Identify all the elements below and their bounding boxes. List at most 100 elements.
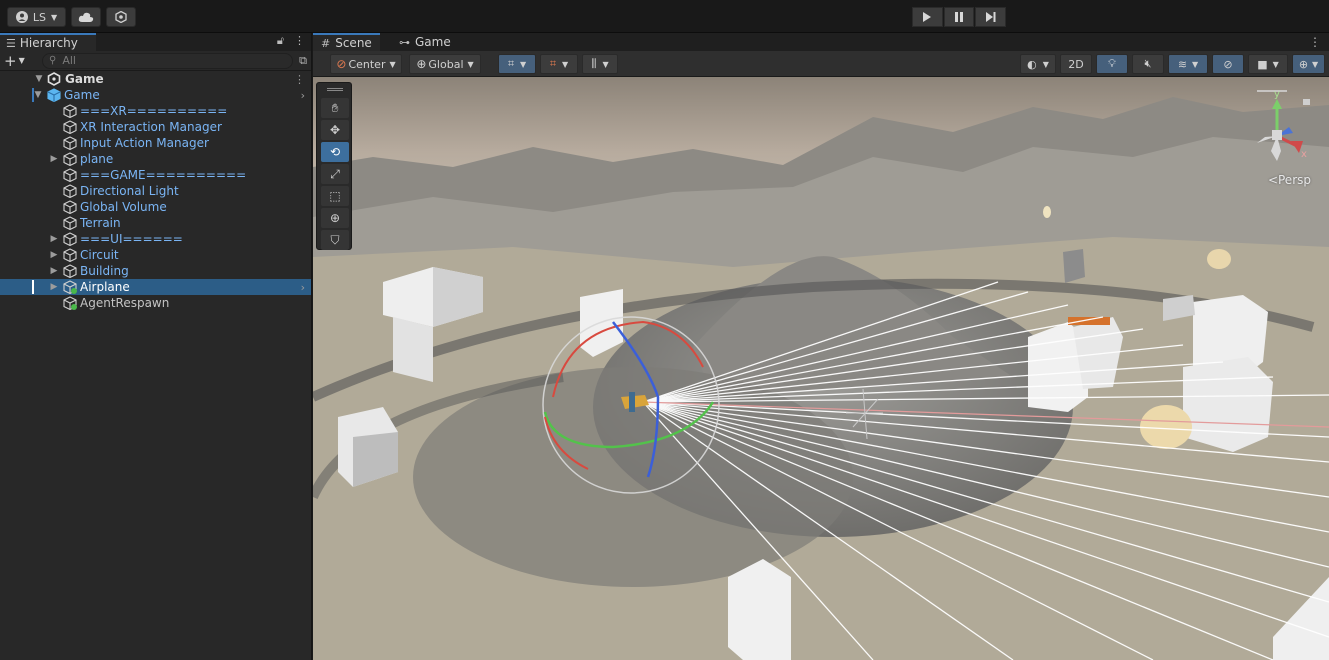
hierarchy-item-label: ===UI====== [80, 232, 183, 246]
chevron-down-icon: ▼ [602, 59, 609, 69]
cloud-icon [78, 12, 94, 22]
gizmos-dropdown[interactable]: ⊕ ▼ [1292, 54, 1325, 74]
hierarchy-item[interactable]: ===XR========== [0, 103, 311, 119]
scene-row[interactable]: ▼ Game ⋮ [0, 71, 311, 87]
hierarchy-tab-icons: 🔓︎ ⋮ [277, 34, 305, 48]
kebab-menu-icon[interactable]: ⋮ [294, 73, 305, 86]
chevron-down-icon: ▼ [50, 12, 58, 22]
gizmos-icon: ⊕ [1298, 57, 1309, 71]
building [728, 559, 791, 660]
pivot-rotation-dropdown[interactable]: ⊕ Global ▼ [409, 54, 481, 74]
expand-arrow-icon[interactable]: ▼ [34, 74, 44, 84]
hierarchy-item[interactable]: ▶ Building [0, 263, 311, 279]
hidden-objects-toggle[interactable]: ⊘ [1212, 54, 1244, 74]
tab-scene[interactable]: # Scene [313, 33, 380, 51]
account-button[interactable]: LS ▼ [7, 7, 66, 27]
hierarchy-item-label: Terrain [80, 216, 121, 230]
services-button[interactable] [106, 7, 136, 27]
kebab-menu-icon[interactable]: ⋮ [294, 34, 305, 48]
collapsed-arrow-icon[interactable]: ▶ [49, 154, 59, 164]
draw-mode-dropdown[interactable]: ◐ ▼ [1020, 54, 1056, 74]
mute-icon: 🔇︎ [1144, 57, 1152, 70]
hash-icon: # [321, 36, 331, 50]
lock-icon[interactable] [1303, 99, 1310, 105]
chevron-down-icon: ▼ [1272, 59, 1279, 69]
scene-visibility-icon[interactable]: ⧉ [299, 54, 307, 68]
collapsed-arrow-icon[interactable]: ▶ [49, 234, 59, 244]
gameobject-icon [63, 232, 77, 246]
collapsed-arrow-icon[interactable]: ▶ [49, 266, 59, 276]
hierarchy-item[interactable]: Global Volume [0, 199, 311, 215]
list-icon: ☰ [6, 36, 16, 50]
hierarchy-item[interactable]: Terrain [0, 215, 311, 231]
custom-tool-button[interactable]: ⛉ [321, 230, 349, 250]
hierarchy-item[interactable]: Input Action Manager [0, 135, 311, 151]
scene-tabbar: # Scene ⊶ Game ⋮ [313, 33, 1329, 51]
drag-handle-icon[interactable] [327, 88, 343, 91]
transform-tool-button[interactable]: ⊕ [321, 208, 349, 228]
chevron-down-icon: ▼ [389, 59, 396, 69]
move-icon: ✥ [329, 123, 341, 137]
hierarchy-item[interactable]: XR Interaction Manager [0, 119, 311, 135]
incremental-snap-button[interactable]: ⌗ ▼ [540, 54, 578, 74]
hierarchy-item[interactable]: Directional Light [0, 183, 311, 199]
lighting-toggle[interactable]: 💡︎ [1096, 54, 1128, 74]
expand-arrow-icon[interactable]: ▼ [33, 90, 43, 100]
hierarchy-item[interactable]: ▶ Airplane › [0, 279, 311, 295]
play-button[interactable] [912, 7, 943, 27]
hierarchy-item-label: Game [64, 88, 100, 102]
cloud-button[interactable] [71, 7, 101, 27]
chevron-down-icon: ▼ [18, 56, 25, 65]
camera-dropdown[interactable]: ■ ▼ [1248, 54, 1288, 74]
chevron-down-icon: ▼ [467, 59, 474, 69]
audio-toggle[interactable]: 🔇︎ [1132, 54, 1164, 74]
scene-panel: # Scene ⊶ Game ⋮ ⊘ Center ▼ ⊕ Global ▼ ⌗… [313, 33, 1329, 660]
hierarchy-item-label: Input Action Manager [80, 136, 209, 150]
hierarchy-item-label: Directional Light [80, 184, 179, 198]
scale-tool-button[interactable]: ⤢ [321, 164, 349, 184]
collapsed-arrow-icon[interactable]: ▶ [49, 282, 59, 292]
account-label: LS [32, 10, 46, 24]
scale-icon: ⤢ [330, 166, 340, 181]
chevron-right-icon[interactable]: › [301, 89, 305, 102]
scene-viewport[interactable]: ✋︎ ✥ ⟲ ⤢ ⬚ ⊕ ⛉ y x <Persp [313, 77, 1329, 660]
search-input[interactable]: ⚲ All [42, 52, 294, 69]
ruler-icon: ⫼ [591, 57, 597, 70]
gameobject-icon [63, 104, 77, 118]
tab-hierarchy[interactable]: ☰ Hierarchy [0, 33, 96, 51]
hierarchy-item[interactable]: ▶ Circuit [0, 247, 311, 263]
gameobject-icon [63, 168, 77, 182]
effects-dropdown[interactable]: ≋ ▼ [1168, 54, 1208, 74]
collapsed-arrow-icon[interactable]: ▶ [49, 250, 59, 260]
pause-button[interactable] [943, 7, 975, 27]
snap-icon: ⌗ [549, 57, 557, 70]
pivot-mode-dropdown[interactable]: ⊘ Center ▼ [330, 54, 402, 74]
scene-toolbar: ⊘ Center ▼ ⊕ Global ▼ ⌗ ▼ ⌗ ▼ ⫼ ▼ ◐ ▼ 2D 💡︎ … [313, 51, 1329, 77]
hand-tool-button[interactable]: ✋︎ [321, 98, 349, 118]
rect-tool-button[interactable]: ⬚ [321, 186, 349, 206]
hierarchy-item[interactable]: ▼ Game › [0, 87, 311, 103]
hierarchy-item[interactable]: ▶ plane [0, 151, 311, 167]
eye-hidden-icon: ⊘ [1223, 57, 1233, 71]
kebab-menu-icon[interactable]: ⋮ [1309, 35, 1321, 49]
chevron-right-icon[interactable]: › [301, 281, 305, 294]
gear-icon [115, 11, 127, 23]
tab-game[interactable]: ⊶ Game [391, 33, 459, 51]
lock-icon[interactable]: 🔓︎ [277, 34, 284, 48]
rotate-tool-button[interactable]: ⟲ [321, 142, 349, 162]
hierarchy-item[interactable]: ===GAME========== [0, 167, 311, 183]
scene-render [313, 77, 1329, 660]
grid-snap-button[interactable]: ⌗ ▼ [498, 54, 536, 74]
hierarchy-item[interactable]: ▶ ===UI====== [0, 231, 311, 247]
ruler-button[interactable]: ⫼ ▼ [582, 54, 618, 74]
move-tool-button[interactable]: ✥ [321, 120, 349, 140]
hierarchy-item[interactable]: AgentRespawn [0, 295, 311, 311]
projection-label[interactable]: <Persp [1268, 173, 1311, 187]
add-object-button[interactable]: + ▼ [4, 52, 36, 70]
gameobject-icon [63, 200, 77, 214]
step-button[interactable] [975, 7, 1007, 27]
gameobject-icon [63, 248, 77, 262]
gameobject-icon [63, 152, 77, 166]
prefab-marker [32, 88, 34, 102]
toggle-2d-button[interactable]: 2D [1060, 54, 1092, 74]
